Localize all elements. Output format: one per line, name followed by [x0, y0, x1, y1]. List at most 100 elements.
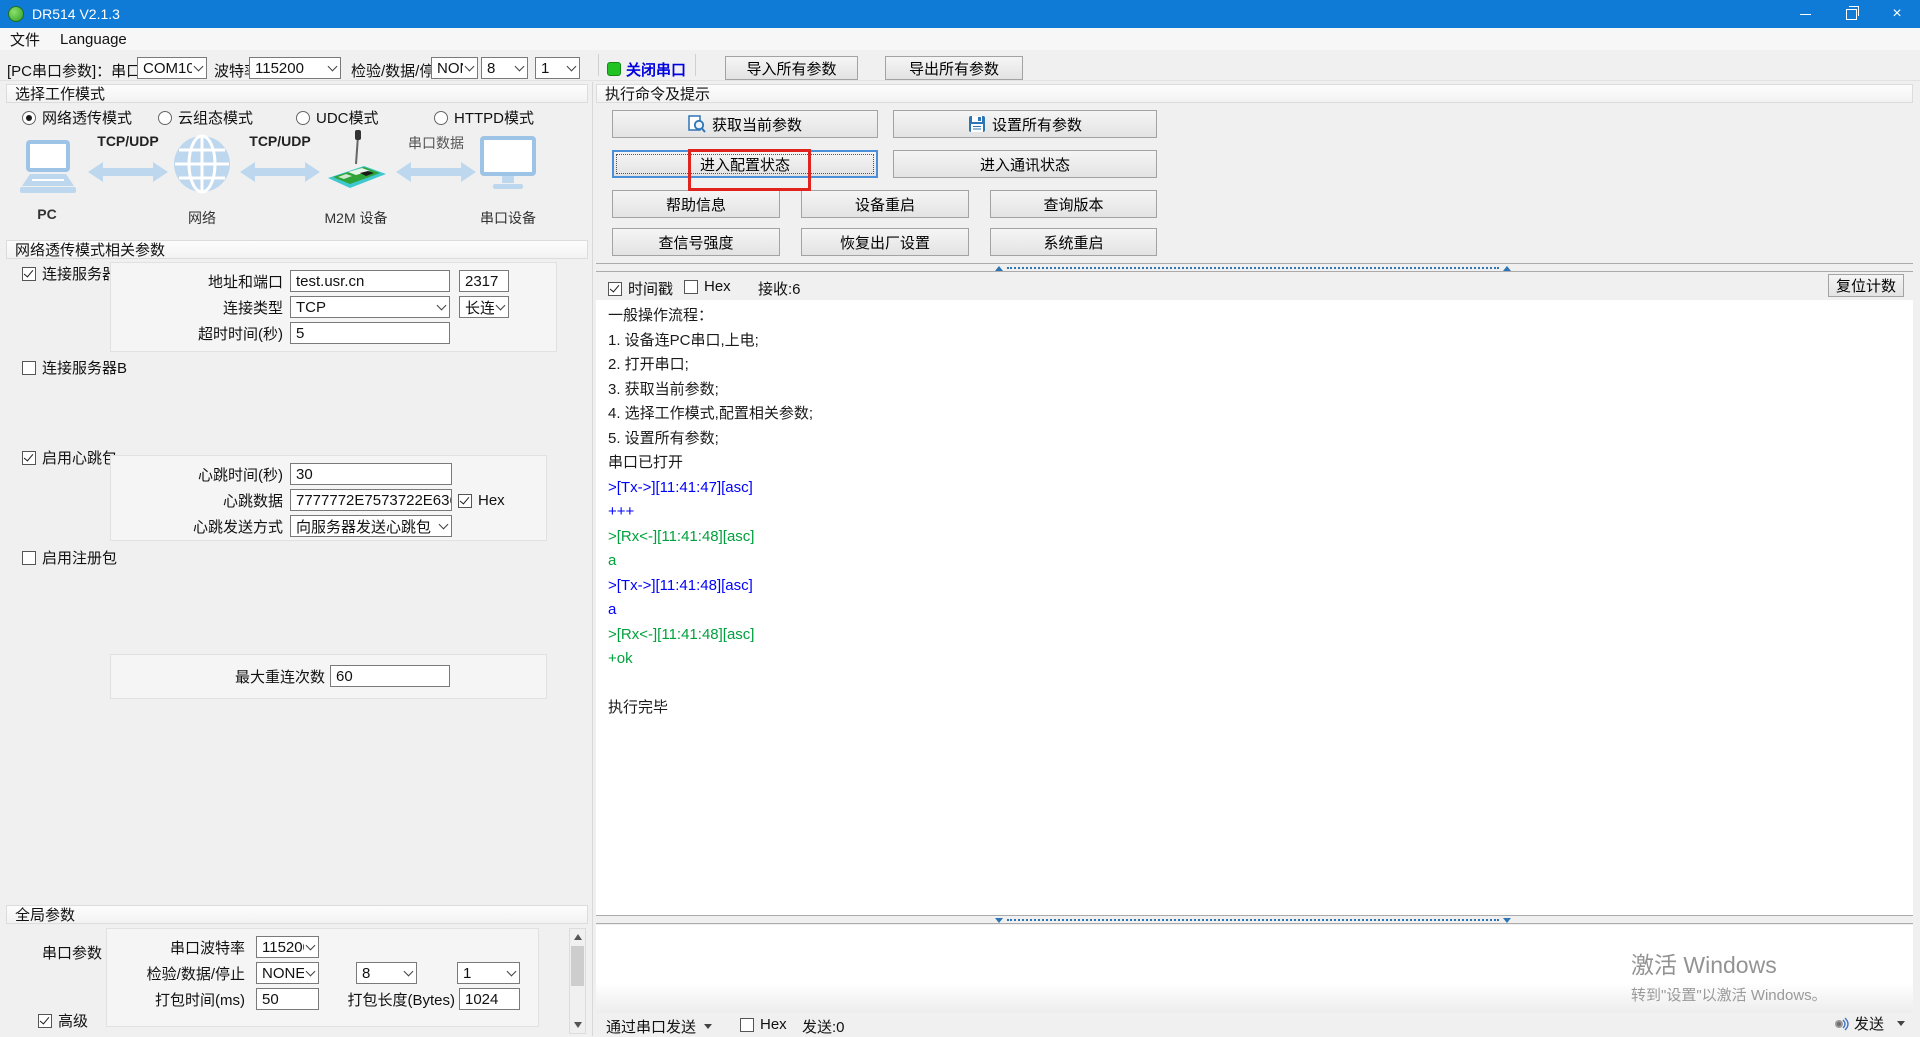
- minimize-button[interactable]: [1782, 0, 1828, 28]
- collapse-down-icon: [995, 918, 1003, 923]
- enter-config-state-button[interactable]: 进入配置状态: [612, 150, 878, 178]
- log-line: 执行完毕: [608, 696, 1913, 721]
- log-line-tx: +++: [608, 500, 1913, 525]
- radio-httpd-mode[interactable]: HTTPD模式: [434, 107, 534, 128]
- windows-activate-watermark-sub: 转到"设置"以激活 Windows。: [1631, 984, 1827, 1005]
- reconnect-label: 最大重连次数: [200, 665, 325, 687]
- heartbeat-data-input[interactable]: 7777772E7573722E636E: [290, 489, 452, 511]
- global-stop-bits-combo[interactable]: 1: [457, 962, 520, 984]
- splitter-grip[interactable]: [995, 918, 1511, 922]
- chevron-down-icon: [1897, 1021, 1905, 1026]
- global-parity-combo[interactable]: NONE: [256, 962, 319, 984]
- advanced-checkbox[interactable]: 高级: [38, 1010, 88, 1031]
- global-params-group-header: 全局参数: [6, 905, 588, 924]
- close-port-button[interactable]: 关闭串口: [626, 59, 686, 80]
- query-signal-button[interactable]: 查信号强度: [612, 228, 780, 256]
- log-splitter-bottom[interactable]: [596, 915, 1913, 924]
- heartbeat-time-input[interactable]: 30: [290, 463, 452, 485]
- import-all-params-button[interactable]: 导入所有参数: [725, 56, 858, 80]
- heartbeat-mode-combo[interactable]: 向服务器发送心跳包: [290, 515, 452, 537]
- net-mode-params-group-header: 网络透传模式相关参数: [6, 240, 588, 259]
- log-line-tx: >[Tx->][11:41:47][asc]: [608, 476, 1913, 501]
- help-info-button[interactable]: 帮助信息: [612, 190, 780, 218]
- global-data-bits-combo[interactable]: 8: [356, 962, 417, 984]
- radio-net-transparent-mode[interactable]: 网络透传模式: [22, 107, 132, 128]
- conn-type-label: 连接类型: [140, 296, 283, 318]
- export-all-params-button[interactable]: 导出所有参数: [885, 56, 1023, 80]
- checkbox-icon: [608, 282, 622, 296]
- app-window: DR514 V2.1.3 × 文件 Language [PC串口参数]：串口号 …: [0, 0, 1920, 1036]
- double-arrow-icon: [88, 160, 168, 188]
- diagram-pc-label: PC: [16, 206, 78, 222]
- com-port-combo[interactable]: COM10: [137, 57, 207, 79]
- chevron-down-icon: [437, 301, 447, 311]
- stop-bits-combo[interactable]: 1: [535, 57, 580, 79]
- search-doc-icon: [688, 115, 706, 133]
- menu-file[interactable]: 文件: [0, 28, 50, 50]
- send-via-serial-dropdown[interactable]: 通过串口发送: [606, 1016, 712, 1037]
- collapse-up-icon: [1503, 266, 1511, 271]
- system-reboot-button[interactable]: 系统重启: [990, 228, 1157, 256]
- parity-combo[interactable]: NONI: [431, 57, 478, 79]
- scroll-up-arrow[interactable]: [570, 929, 585, 945]
- register-pack-checkbox[interactable]: 启用注册包: [22, 547, 117, 568]
- server-b-checkbox[interactable]: 连接服务器B: [22, 357, 127, 378]
- server-a-port-input[interactable]: 2317: [459, 270, 509, 292]
- chevron-down-icon: [515, 62, 525, 72]
- server-a-address-input[interactable]: test.usr.cn: [290, 270, 450, 292]
- global-baud-combo[interactable]: 115200: [256, 936, 319, 958]
- close-button[interactable]: ×: [1874, 0, 1920, 28]
- query-version-button[interactable]: 查询版本: [990, 190, 1157, 218]
- global-pds-label: 检验/数据/停止: [130, 962, 245, 984]
- data-bits-combo[interactable]: 8: [481, 57, 528, 79]
- menu-bar: 文件 Language: [0, 28, 1920, 50]
- pack-len-input[interactable]: 1024: [459, 988, 520, 1010]
- network-globe-icon: [172, 134, 232, 198]
- collapse-up-icon: [995, 266, 1003, 271]
- checkbox-icon: [22, 267, 36, 281]
- timestamp-checkbox[interactable]: 时间戳: [608, 278, 673, 299]
- log-splitter-top[interactable]: [596, 263, 1913, 272]
- reset-count-button[interactable]: 复位计数: [1828, 274, 1904, 297]
- scroll-down-arrow[interactable]: [570, 1017, 585, 1033]
- log-line: 一般操作流程：: [608, 304, 1913, 329]
- baud-combo[interactable]: 115200: [249, 57, 341, 79]
- port-open-status-icon: [607, 62, 621, 76]
- windows-activate-watermark: 激活 Windows: [1631, 946, 1777, 980]
- reconnect-panel: [110, 654, 547, 699]
- factory-reset-button[interactable]: 恢复出厂设置: [801, 228, 969, 256]
- pack-len-label: 打包长度(Bytes): [330, 988, 455, 1010]
- splitter-grip[interactable]: [995, 266, 1511, 270]
- radio-cloud-scada-mode[interactable]: 云组态模式: [158, 107, 253, 128]
- conn-type-combo[interactable]: TCP: [290, 296, 450, 318]
- scrollbar-thumb[interactable]: [571, 946, 584, 986]
- toolbar-separator: [598, 54, 599, 76]
- reconnect-input[interactable]: 60: [330, 665, 450, 687]
- minimize-icon: [1800, 14, 1811, 15]
- keep-alive-combo[interactable]: 长连接: [459, 296, 509, 318]
- radio-icon: [296, 111, 310, 125]
- set-all-params-button[interactable]: 设置所有参数: [893, 110, 1157, 138]
- timeout-input[interactable]: 5: [290, 322, 450, 344]
- log-hex-checkbox[interactable]: Hex: [684, 278, 731, 295]
- menu-language[interactable]: Language: [50, 28, 137, 50]
- radio-udc-mode[interactable]: UDC模式: [296, 107, 379, 128]
- restore-icon: [1846, 9, 1857, 20]
- serial-params-label: 串口参数: [26, 941, 102, 963]
- device-reboot-button[interactable]: 设备重启: [801, 190, 969, 218]
- get-current-params-button[interactable]: 获取当前参数: [612, 110, 878, 138]
- chevron-down-icon: [306, 967, 316, 977]
- log-line-rx: >[Rx<-][11:41:48][asc]: [608, 623, 1913, 648]
- restore-button[interactable]: [1828, 0, 1874, 28]
- left-vertical-scrollbar[interactable]: [569, 928, 586, 1034]
- enter-comm-state-button[interactable]: 进入通讯状态: [893, 150, 1157, 178]
- heartbeat-hex-checkbox[interactable]: Hex: [458, 492, 505, 509]
- log-line: [608, 672, 1913, 697]
- chevron-down-icon: [507, 967, 517, 977]
- send-hex-checkbox[interactable]: Hex: [740, 1016, 787, 1033]
- collapse-down-icon: [1503, 918, 1511, 923]
- pack-time-input[interactable]: 50: [256, 988, 319, 1010]
- send-button[interactable]: 发送: [1833, 1013, 1905, 1034]
- log-output-area[interactable]: 一般操作流程： 1. 设备连PC串口,上电; 2. 打开串口; 3. 获取当前参…: [596, 300, 1913, 915]
- heartbeat-checkbox[interactable]: 启用心跳包: [22, 447, 117, 468]
